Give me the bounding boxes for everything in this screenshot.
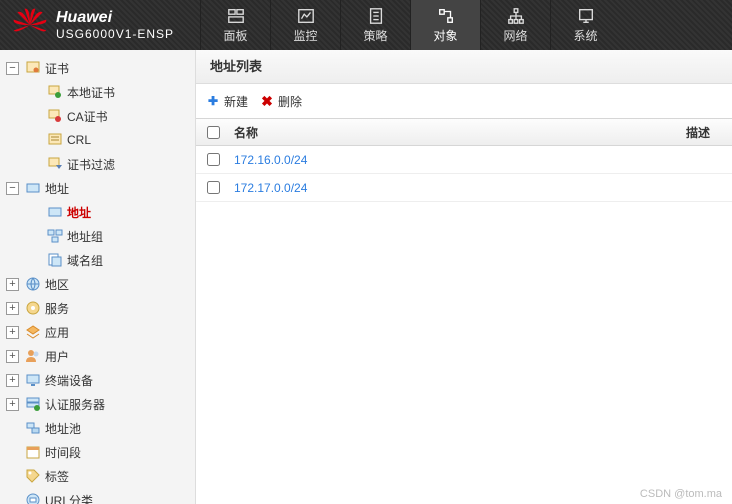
tree-addr-address[interactable]: 地址 — [0, 200, 195, 224]
tree-tag[interactable]: 标签 — [0, 464, 195, 488]
nav-dashboard[interactable]: 面板 — [200, 0, 270, 50]
brand-model: USG6000V1-ENSP — [56, 27, 174, 41]
brand-text: Huawei USG6000V1-ENSP — [56, 9, 174, 41]
addr-group-icon — [47, 228, 63, 244]
row-name-link[interactable]: 172.16.0.0/24 — [230, 153, 686, 167]
region-icon — [25, 276, 41, 292]
col-name: 名称 — [230, 124, 686, 141]
delete-icon: ✖ — [260, 94, 274, 108]
cert-crl-icon — [47, 132, 63, 148]
cert-filter-icon — [47, 156, 63, 172]
row-checkbox[interactable] — [207, 181, 220, 194]
tree-auth[interactable]: +认证服务器 — [0, 392, 195, 416]
service-icon — [25, 300, 41, 316]
cert-icon — [25, 60, 41, 76]
nav-policy[interactable]: 策略 — [340, 0, 410, 50]
cert-ca-icon — [47, 108, 63, 124]
url-icon — [25, 492, 41, 504]
tree-addr[interactable]: −地址 — [0, 176, 195, 200]
auth-server-icon — [25, 396, 41, 412]
tree-cert[interactable]: −证书 — [0, 56, 195, 80]
object-icon — [436, 7, 456, 25]
tree-cert-crl[interactable]: CRL — [0, 128, 195, 152]
monitor-icon — [296, 7, 316, 25]
sidebar-tree: −证书 本地证书 CA证书 CRL 证书过滤 −地址 地址 地址组 域名组 +地… — [0, 50, 196, 504]
nav-object[interactable]: 对象 — [410, 0, 480, 50]
tree-addr-domain[interactable]: 域名组 — [0, 248, 195, 272]
nav-network[interactable]: 网络 — [480, 0, 550, 50]
brand-area: Huawei USG6000V1-ENSP — [0, 7, 200, 43]
add-button[interactable]: ✚新建 — [206, 93, 248, 110]
toolbar: ✚新建 ✖删除 — [196, 84, 732, 118]
expand-icon[interactable]: + — [6, 278, 19, 291]
table-header: 名称 描述 — [196, 118, 732, 146]
nav-monitor[interactable]: 监控 — [270, 0, 340, 50]
tag-icon — [25, 468, 41, 484]
main-panel: 地址列表 ✚新建 ✖删除 名称 描述 172.16.0.0/24 172.17.… — [196, 50, 732, 504]
expand-icon[interactable]: + — [6, 374, 19, 387]
tree-pool[interactable]: 地址池 — [0, 416, 195, 440]
tree-service[interactable]: +服务 — [0, 296, 195, 320]
tree-cert-filter[interactable]: 证书过滤 — [0, 152, 195, 176]
system-icon — [576, 7, 596, 25]
pool-icon — [25, 420, 41, 436]
tree-user[interactable]: +用户 — [0, 344, 195, 368]
panel-title: 地址列表 — [196, 50, 732, 84]
brand-name: Huawei — [56, 9, 174, 27]
row-name-link[interactable]: 172.17.0.0/24 — [230, 181, 686, 195]
watermark: CSDN @tom.ma — [640, 488, 722, 500]
tree-terminal[interactable]: +终端设备 — [0, 368, 195, 392]
network-icon — [506, 7, 526, 25]
tree-region[interactable]: +地区 — [0, 272, 195, 296]
tree-app[interactable]: +应用 — [0, 320, 195, 344]
policy-icon — [366, 7, 386, 25]
cert-local-icon — [47, 84, 63, 100]
delete-button[interactable]: ✖删除 — [260, 93, 302, 110]
expand-icon[interactable]: + — [6, 350, 19, 363]
expand-icon[interactable]: + — [6, 326, 19, 339]
tree-cert-local[interactable]: 本地证书 — [0, 80, 195, 104]
address-icon — [47, 204, 63, 220]
tree-addr-group[interactable]: 地址组 — [0, 224, 195, 248]
select-all-checkbox[interactable] — [207, 126, 220, 139]
domain-group-icon — [47, 252, 63, 268]
expand-icon[interactable]: + — [6, 302, 19, 315]
dashboard-icon — [226, 7, 246, 25]
table-row: 172.17.0.0/24 — [196, 174, 732, 202]
addr-icon — [25, 180, 41, 196]
huawei-logo-icon — [12, 7, 48, 43]
plus-icon: ✚ — [206, 94, 220, 108]
nav-system[interactable]: 系统 — [550, 0, 620, 50]
user-icon — [25, 348, 41, 364]
tree-cert-ca[interactable]: CA证书 — [0, 104, 195, 128]
top-nav: 面板 监控 策略 对象 网络 系统 — [200, 0, 620, 50]
collapse-icon[interactable]: − — [6, 182, 19, 195]
time-icon — [25, 444, 41, 460]
col-desc: 描述 — [686, 124, 732, 141]
app-icon — [25, 324, 41, 340]
tree-url[interactable]: URL分类 — [0, 488, 195, 504]
row-checkbox[interactable] — [207, 153, 220, 166]
tree-time[interactable]: 时间段 — [0, 440, 195, 464]
collapse-icon[interactable]: − — [6, 62, 19, 75]
table-row: 172.16.0.0/24 — [196, 146, 732, 174]
terminal-icon — [25, 372, 41, 388]
app-header: Huawei USG6000V1-ENSP 面板 监控 策略 对象 网络 系统 — [0, 0, 732, 50]
expand-icon[interactable]: + — [6, 398, 19, 411]
